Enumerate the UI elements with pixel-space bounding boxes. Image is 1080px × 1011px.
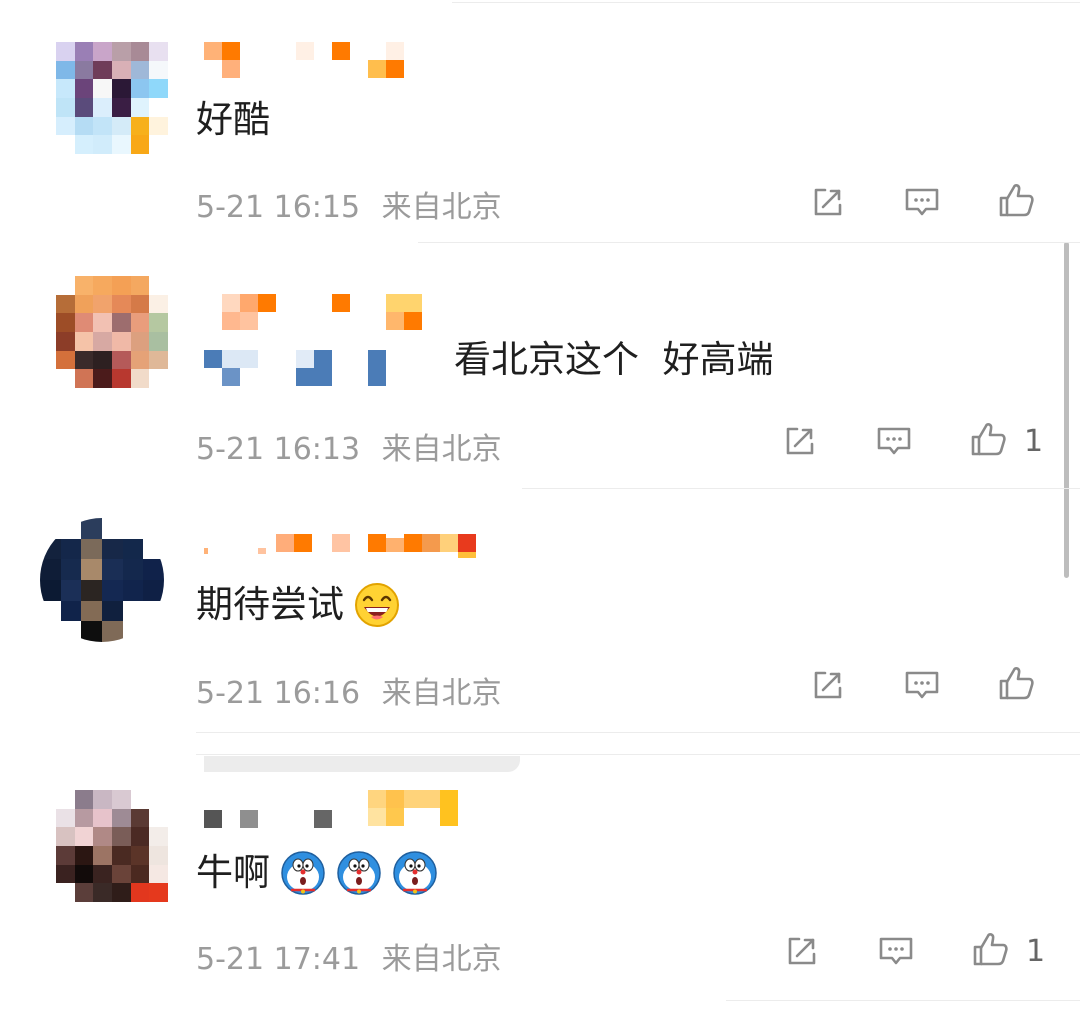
share-icon (814, 671, 842, 699)
comment-text-label: 看北京这个 好高端 (454, 338, 774, 381)
doraemon-emoji (280, 850, 326, 896)
username[interactable] (196, 790, 496, 830)
comment-item: 期待尝试 5-21 16:16 来自北京 (0, 488, 1080, 733)
comment-text: 牛啊 (196, 850, 438, 896)
comment-text-label: 好酷 (196, 98, 270, 141)
comment-time: 5-21 16:13 (196, 432, 361, 467)
comment-location: 来自北京 (381, 942, 502, 977)
collapsed-reply-bar (204, 756, 520, 772)
comment-icon (877, 427, 911, 455)
share-icon (788, 937, 816, 965)
username[interactable] (196, 534, 496, 564)
comment-time: 5-21 16:15 (196, 190, 361, 225)
comment-text: 好酷 (196, 98, 270, 142)
like-count: 1 (1026, 934, 1046, 969)
comment-time: 5-21 17:41 (196, 942, 361, 977)
share-icon (786, 427, 814, 455)
divider (726, 1000, 1080, 1001)
avatar[interactable] (56, 42, 168, 154)
like-button[interactable] (962, 926, 1018, 972)
comment-icon (879, 937, 913, 965)
comment-meta: 5-21 17:41 来自北京 (196, 934, 502, 978)
comment-item: 看北京这个 好高端 5-21 16:13 来自北京 1 (0, 242, 1080, 489)
divider (452, 2, 1080, 3)
thumbs-up-icon (973, 933, 1008, 966)
comment-meta: 5-21 16:16 来自北京 (196, 668, 502, 712)
share-button[interactable] (772, 418, 828, 464)
avatar[interactable] (56, 790, 168, 902)
reply-button[interactable] (868, 928, 924, 974)
comment-time: 5-21 16:16 (196, 676, 361, 711)
comment-icon (905, 671, 939, 699)
share-button[interactable] (774, 928, 830, 974)
doraemon-emoji (336, 850, 382, 896)
reply-button[interactable] (866, 418, 922, 464)
share-icon (814, 188, 842, 216)
comment-text-label: 牛啊 (196, 851, 270, 894)
comment-meta: 5-21 16:15 来自北京 (196, 182, 502, 226)
avatar[interactable] (56, 276, 168, 388)
comment-location: 来自北京 (381, 676, 502, 711)
thumbs-up-icon (999, 184, 1034, 217)
like-button[interactable] (988, 177, 1044, 223)
divider (196, 754, 1080, 755)
comment-location: 来自北京 (381, 432, 502, 467)
share-button[interactable] (800, 179, 856, 225)
comment-text: 看北京这个 好高端 (454, 338, 774, 382)
avatar[interactable] (40, 518, 164, 642)
comment-meta: 5-21 16:13 来自北京 (196, 424, 502, 468)
laughing-emoji (354, 582, 400, 628)
thumbs-up-icon (999, 667, 1034, 700)
username[interactable] (196, 294, 436, 388)
comment-item: 好酷 5-21 16:15 来自北京 (0, 0, 1080, 243)
share-button[interactable] (800, 662, 856, 708)
comment-location: 来自北京 (381, 190, 502, 225)
comment-icon (905, 188, 939, 216)
like-count: 1 (1024, 424, 1044, 459)
like-button[interactable] (960, 416, 1016, 462)
doraemon-emoji (392, 850, 438, 896)
comment-text: 期待尝试 (196, 582, 400, 628)
comment-item: 牛啊 5-21 17:41 来自北京 1 (0, 732, 1080, 1011)
reply-button[interactable] (894, 179, 950, 225)
reply-button[interactable] (894, 662, 950, 708)
thumbs-up-icon (971, 423, 1006, 456)
comment-text-label: 期待尝试 (196, 583, 344, 626)
like-button[interactable] (988, 660, 1044, 706)
